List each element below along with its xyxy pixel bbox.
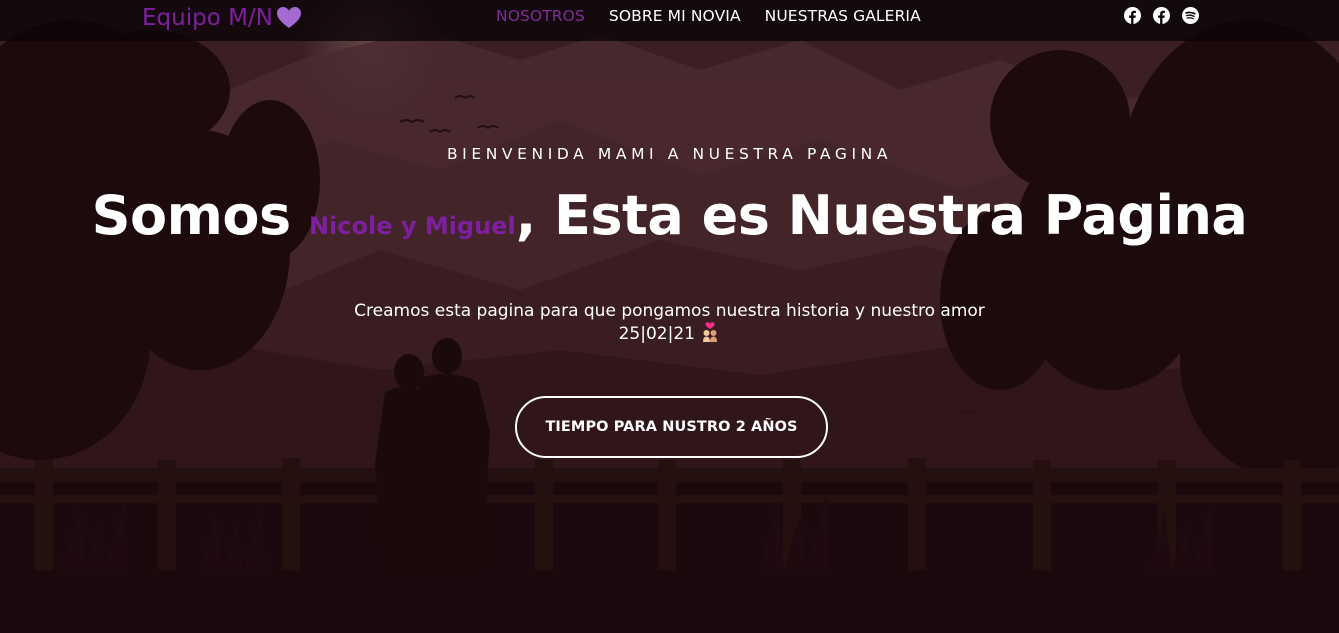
anniversary-line: 25|02|21 <box>0 322 1339 345</box>
spotify-icon[interactable] <box>1182 7 1199 24</box>
headline-end: , Esta es Nuestra Pagina <box>515 184 1248 247</box>
nav-link-nuestras-galeria[interactable]: NUESTRAS GALERIA <box>765 6 921 26</box>
welcome-kicker: BIENVENIDA MAMI A NUESTRA PAGINA <box>446 145 893 163</box>
facebook-icon[interactable] <box>1124 7 1141 24</box>
nav-links: NOSOTROS SOBRE MI NOVIA NUESTRAS GALERIA <box>496 6 945 26</box>
social-links <box>1124 7 1199 24</box>
purple-heart-icon <box>276 7 301 29</box>
page-title: Somos Nicole y Miguel, Esta es Nuestra P… <box>0 183 1339 259</box>
couple-names: Nicole y Miguel <box>308 212 516 240</box>
couple-with-heart-icon <box>700 322 720 342</box>
brand-name: Equipo M/N <box>142 5 273 31</box>
nav-link-sobre-mi-novia[interactable]: SOBRE MI NOVIA <box>609 6 741 26</box>
nav-link-nosotros[interactable]: NOSOTROS <box>496 6 585 26</box>
description-line: Creamos esta pagina para que pongamos nu… <box>354 301 985 321</box>
hero-description: Creamos esta pagina para que pongamos nu… <box>0 300 1339 345</box>
headline-start: Somos <box>91 184 309 247</box>
brand-logo[interactable]: Equipo M/N <box>142 4 301 32</box>
facebook-icon[interactable] <box>1153 7 1170 24</box>
countdown-button[interactable]: TIEMPO PARA NUSTRO 2 AÑOS <box>515 396 828 458</box>
anniversary-date: 25|02|21 <box>618 324 695 344</box>
top-navbar: Equipo M/N NOSOTROS SOBRE MI NOVIA NUEST… <box>0 0 1339 41</box>
